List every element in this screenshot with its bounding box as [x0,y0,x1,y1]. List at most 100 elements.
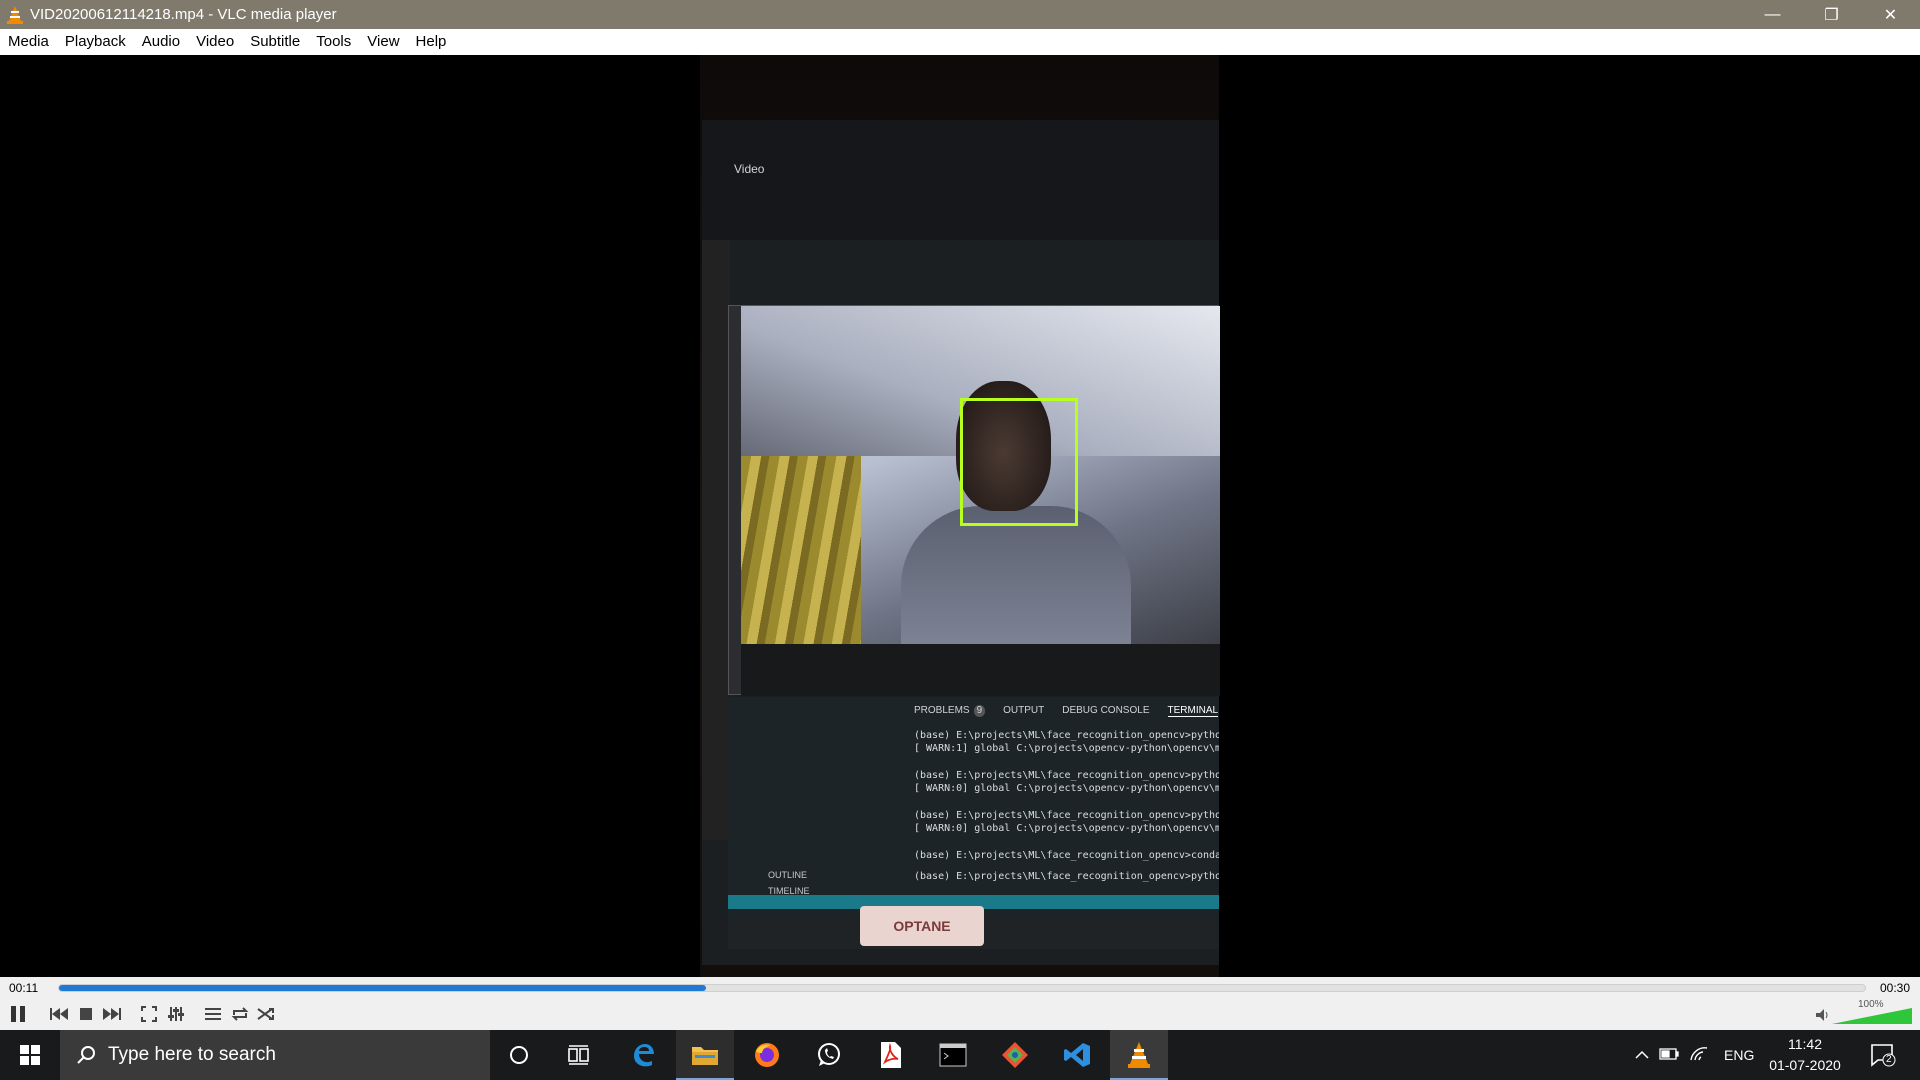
action-center-button[interactable]: 2 [1858,1030,1908,1080]
battery-indicator[interactable] [1654,1047,1684,1063]
windows-taskbar: Type here to search ENG 11:42 01-07-2020… [0,1030,1920,1080]
video-window-label: Video [734,162,765,176]
show-hidden-icons-button[interactable] [1630,1047,1654,1063]
video-display[interactable]: Video PROBLEMS 9 OUTPUT DEBUG CONSOLE TE… [0,55,1920,977]
cortana-button[interactable] [490,1030,548,1080]
firefox-icon [755,1043,779,1067]
vlc-cone-icon [4,4,26,26]
camera-window-footer [741,644,1220,696]
camera-window [728,305,1220,696]
windows-logo-icon [20,1045,40,1065]
search-icon [77,1046,95,1064]
shuffle-button[interactable] [254,1002,278,1026]
search-placeholder: Type here to search [108,1044,276,1065]
pause-icon [11,1006,25,1022]
playlist-button[interactable] [201,1002,225,1026]
language-indicator[interactable]: ENG [1724,1047,1754,1063]
clock-time: 11:42 [1788,1036,1822,1052]
taskbar-file-explorer[interactable] [676,1030,734,1080]
menu-audio[interactable]: Audio [134,29,188,55]
taskbar-terminal[interactable] [924,1030,982,1080]
wifi-icon [1690,1046,1708,1060]
menu-view[interactable]: View [359,29,407,55]
terminal-line: [ WARN:0] global C:\projects\opencv-pyth… [914,783,1219,794]
battery-icon [1659,1048,1679,1060]
taskbar-search-box[interactable]: Type here to search [60,1030,490,1080]
taskbar-acrobat[interactable] [862,1030,920,1080]
menu-media[interactable]: Media [0,29,57,55]
terminal-line: [ WARN:0] global C:\projects\opencv-pyth… [914,823,1219,834]
tab-terminal: TERMINAL [1167,705,1219,717]
problems-badge: 9 [973,705,986,717]
shuffle-icon [257,1008,274,1020]
total-time: 00:30 [1880,981,1911,995]
window-title: VID20200612114218.mp4 - VLC media player [30,6,337,23]
volume-slider[interactable] [1816,1004,1916,1026]
maximize-button[interactable]: ❐ [1802,0,1861,29]
video-window-header: Video [702,120,1219,240]
playback-controls: 100% [0,999,1920,1030]
menu-subtitle[interactable]: Subtitle [242,29,308,55]
elapsed-time: 00:11 [9,981,39,995]
acrobat-icon [881,1042,901,1068]
title-bar: VID20200612114218.mp4 - VLC media player… [0,0,1920,29]
taskbar-firefox[interactable] [738,1030,796,1080]
start-button[interactable] [0,1030,60,1080]
system-clock[interactable]: 11:42 01-07-2020 [1760,1034,1850,1076]
face-detection-box [960,398,1078,526]
terminal-icon [939,1043,967,1067]
extended-settings-button[interactable] [164,1002,188,1026]
seek-bar-row: 00:11 00:30 [0,977,1920,999]
recorded-monitor: Video PROBLEMS 9 OUTPUT DEBUG CONSOLE TE… [702,120,1220,965]
taskbar-vscode[interactable] [1048,1030,1106,1080]
taskbar-edge[interactable] [614,1030,672,1080]
seek-slider[interactable] [58,984,1866,992]
network-indicator[interactable] [1684,1046,1714,1065]
terminal-line: (base) E:\projects\ML\face_recognition_o… [914,850,1219,861]
previous-button[interactable] [47,1002,71,1026]
loop-icon [231,1007,249,1021]
skip-previous-icon [50,1008,68,1020]
cortana-icon [510,1046,528,1064]
terminal-line: (base) E:\projects\ML\face_recognition_o… [914,810,1219,821]
pause-button[interactable] [6,1002,30,1026]
code-editor-panel: PROBLEMS 9 OUTPUT DEBUG CONSOLE TERMINAL… [728,697,1219,919]
tab-problems: PROBLEMS [914,705,970,716]
edge-icon [634,1044,654,1067]
speaker-icon [1816,1009,1828,1021]
task-view-icon [568,1045,589,1065]
minimize-button[interactable]: — [1743,0,1802,29]
menu-playback[interactable]: Playback [57,29,134,55]
close-button[interactable]: ✕ [1861,0,1920,29]
next-button[interactable] [100,1002,124,1026]
curtain [741,456,861,644]
panel-tabs: PROBLEMS 9 OUTPUT DEBUG CONSOLE TERMINAL [914,705,1219,717]
fullscreen-button[interactable] [137,1002,161,1026]
editor-activity-bar [702,240,730,840]
system-tray: ENG [1630,1030,1754,1080]
skip-next-icon [103,1008,121,1020]
stop-button[interactable] [74,1002,98,1026]
menu-video[interactable]: Video [188,29,242,55]
outline-item: OUTLINE [768,870,808,880]
taskbar-git[interactable] [986,1030,1044,1080]
loop-button[interactable] [228,1002,252,1026]
tab-debug-console: DEBUG CONSOLE [1062,705,1150,716]
vlc-icon [1128,1042,1150,1068]
stop-icon [80,1008,92,1020]
terminal-line: (base) E:\projects\ML\face_recognition_o… [914,730,1219,741]
clock-date: 01-07-2020 [1769,1057,1841,1073]
notification-icon [1871,1044,1896,1067]
camera-feed [741,306,1220,644]
person-body [901,506,1131,644]
file-explorer-icon [692,1047,718,1065]
chevron-up-icon [1635,1050,1649,1059]
taskbar-whatsapp[interactable] [800,1030,858,1080]
task-view-button[interactable] [550,1030,608,1080]
taskbar-vlc[interactable] [1110,1030,1168,1080]
vscode-icon [1064,1043,1090,1067]
tab-output: OUTPUT [1003,705,1045,716]
menu-bar: Media Playback Audio Video Subtitle Tool… [0,29,1920,55]
menu-help[interactable]: Help [408,29,455,55]
menu-tools[interactable]: Tools [308,29,359,55]
